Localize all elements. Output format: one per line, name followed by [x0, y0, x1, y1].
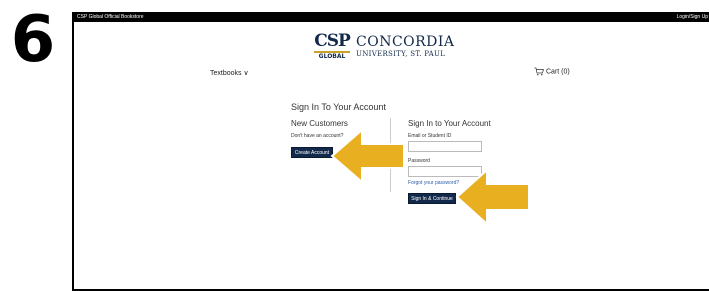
password-label: Password [408, 158, 430, 164]
forgot-password-link[interactable]: Forgot your password? [408, 180, 459, 186]
page-title: Sign In To Your Account [291, 102, 386, 112]
university-logo-text: UNIVERSITY, ST. PAUL [356, 50, 446, 58]
arrow-pointer-icon [330, 128, 405, 185]
top-bar: CSP Global Official Bookstore Login/Sign… [74, 12, 709, 22]
store-name: CSP Global Official Bookstore [77, 14, 144, 20]
signin-continue-button[interactable]: Sign In & Continue [408, 193, 456, 204]
login-signup-link[interactable]: Login/Sign Up [677, 12, 708, 22]
create-account-button[interactable]: Create Account [291, 147, 333, 158]
new-customers-heading: New Customers [291, 119, 348, 128]
cart-icon [534, 67, 544, 76]
email-field[interactable] [408, 141, 482, 152]
signin-heading: Sign In to Your Account [408, 119, 491, 128]
textbooks-menu[interactable]: Textbooks ∨ [210, 69, 249, 77]
email-label: Email or Student ID [408, 133, 452, 139]
cart-label: Cart (0) [546, 68, 570, 76]
concordia-logo-text: CONCORDIA [356, 34, 455, 50]
arrow-pointer-icon [455, 168, 530, 226]
cart-link[interactable]: Cart (0) [534, 67, 570, 76]
global-logo-text: GLOBAL [314, 51, 350, 60]
step-number: 6 [10, 3, 56, 77]
store-logo[interactable]: CSP GLOBAL CONCORDIA UNIVERSITY, ST. PAU… [314, 32, 474, 64]
csp-logo-text: CSP [314, 31, 351, 51]
